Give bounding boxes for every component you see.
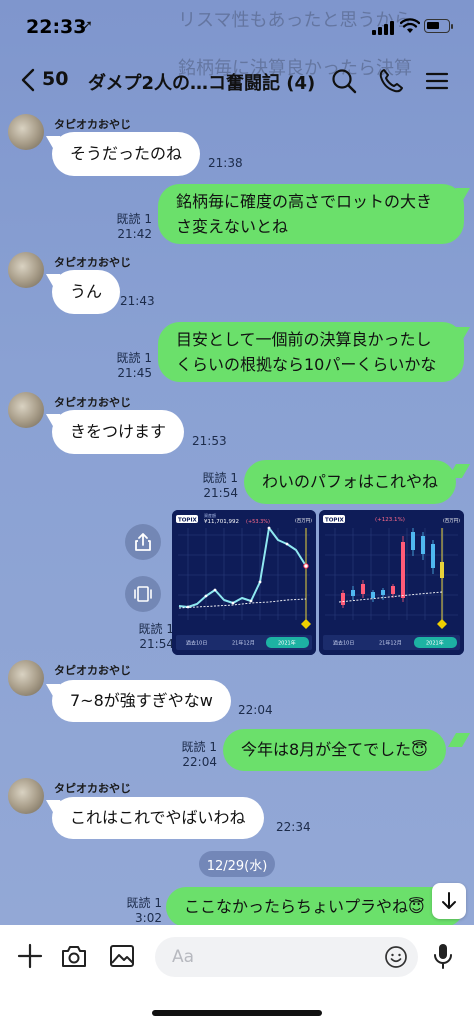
scroll-to-bottom-button[interactable] xyxy=(432,883,466,919)
avatar[interactable] xyxy=(8,252,44,288)
location-arrow-icon: ➚ xyxy=(82,18,93,33)
sender-name: タピオカおやじ xyxy=(54,118,131,131)
avatar[interactable] xyxy=(8,392,44,428)
date-divider: 12/29(水) xyxy=(199,851,275,877)
svg-text:21年12月: 21年12月 xyxy=(232,640,255,647)
share-icon xyxy=(135,533,151,551)
sender-name: タピオカおやじ xyxy=(54,782,131,795)
camera-icon[interactable] xyxy=(59,941,89,971)
performance-image-2[interactable]: TOPIX (+123.1%) (百万円) 過去10日 21年12月 2021年 xyxy=(319,510,464,655)
message-time: 21:38 xyxy=(208,156,243,170)
svg-text:TOPIX: TOPIX xyxy=(325,518,345,524)
asset-line-chart: TOPIX 資産額 ¥11,701,992 (+53.3%) (百万円) 過去1… xyxy=(172,510,316,655)
message-time: 21:43 xyxy=(120,294,155,308)
message-bubble[interactable]: そうだったのね xyxy=(52,132,201,176)
message-composer: Aa xyxy=(0,925,474,1024)
sender-name: タピオカおやじ xyxy=(54,664,131,677)
status-time: 22:33 xyxy=(26,16,87,38)
message-time: 22:34 xyxy=(276,820,311,834)
svg-text:(+53.3%): (+53.3%) xyxy=(246,519,270,525)
svg-text:¥11,701,992: ¥11,701,992 xyxy=(204,519,239,525)
unread-count[interactable]: 50 xyxy=(42,68,68,90)
svg-text:(+123.1%): (+123.1%) xyxy=(375,517,405,523)
performance-image-1[interactable]: TOPIX 資産額 ¥11,701,992 (+53.3%) (百万円) 過去1… xyxy=(172,510,316,655)
image-icon[interactable] xyxy=(107,941,137,971)
message-bubble[interactable]: ここなかったらちょいプラやね😇 xyxy=(166,887,464,927)
back-chevron-icon[interactable] xyxy=(18,67,42,93)
home-indicator xyxy=(152,1010,322,1016)
message-bubble[interactable]: 銘柄毎に確度の高さでロットの大き さ変えないとね xyxy=(158,184,464,244)
avatar[interactable] xyxy=(8,778,44,814)
album-button[interactable] xyxy=(125,576,161,612)
share-button[interactable] xyxy=(125,524,161,560)
svg-text:2021年: 2021年 xyxy=(426,640,444,647)
svg-text:過去10日: 過去10日 xyxy=(186,640,207,647)
signal-icon xyxy=(372,21,394,35)
message-input[interactable]: Aa xyxy=(155,937,418,977)
avatar[interactable] xyxy=(8,660,44,696)
message-bubble[interactable]: これはこれでやばいわね xyxy=(52,797,264,839)
input-placeholder: Aa xyxy=(172,947,195,967)
message-bubble[interactable]: うん xyxy=(52,270,121,314)
read-receipt: 既読 1 21:54 xyxy=(202,471,238,500)
svg-text:21年12月: 21年12月 xyxy=(379,640,402,647)
message-bubble[interactable]: わいのパフォはこれやね xyxy=(244,460,457,504)
microphone-icon[interactable] xyxy=(428,941,458,971)
battery-icon xyxy=(424,19,453,33)
chat-title[interactable]: ダメプ2人の…コ奮闘記 (4) xyxy=(88,69,315,95)
chat-header: 50 ダメプ2人の…コ奮闘記 (4) xyxy=(0,56,474,106)
message-bubble[interactable]: 目安として一個前の決算良かったし くらいの根拠なら10パーくらいかな xyxy=(158,322,464,382)
avatar[interactable] xyxy=(8,114,44,150)
message-time: 22:04 xyxy=(238,703,273,717)
search-icon[interactable] xyxy=(329,66,359,96)
svg-text:2021年: 2021年 xyxy=(278,640,296,647)
sender-name: タピオカおやじ xyxy=(54,256,131,269)
read-receipt: 既読 1 22:04 xyxy=(181,740,217,769)
svg-text:(百万円): (百万円) xyxy=(443,518,460,524)
status-bar: 22:33 ➚ xyxy=(0,0,474,56)
message-bubble[interactable]: 7~8が強すぎやなw xyxy=(52,680,231,722)
wifi-icon xyxy=(400,18,420,33)
svg-text:資産額: 資産額 xyxy=(204,512,216,518)
arrow-down-icon xyxy=(442,892,456,909)
svg-text:(百万円): (百万円) xyxy=(295,518,312,524)
candlestick-chart: TOPIX (+123.1%) (百万円) 過去10日 21年12月 2021年 xyxy=(319,510,464,655)
svg-text:TOPIX: TOPIX xyxy=(178,518,198,524)
sender-name: タピオカおやじ xyxy=(54,396,131,409)
svg-text:過去10日: 過去10日 xyxy=(333,640,354,647)
emoji-icon[interactable] xyxy=(384,945,408,969)
plus-icon[interactable] xyxy=(15,941,45,971)
read-receipt: 既読 1 21:54 xyxy=(138,622,174,651)
phone-icon[interactable] xyxy=(376,66,406,96)
message-bubble[interactable]: きをつけます xyxy=(52,410,185,454)
album-icon xyxy=(134,586,152,602)
menu-icon[interactable] xyxy=(422,66,452,96)
read-receipt: 既読 1 21:45 xyxy=(116,351,152,380)
read-receipt: 既読 1 21:42 xyxy=(116,212,152,241)
read-receipt: 既読 1 3:02 xyxy=(126,896,162,925)
message-time: 21:53 xyxy=(192,434,227,448)
message-bubble[interactable]: 今年は8月が全てでした😇 xyxy=(223,729,446,771)
